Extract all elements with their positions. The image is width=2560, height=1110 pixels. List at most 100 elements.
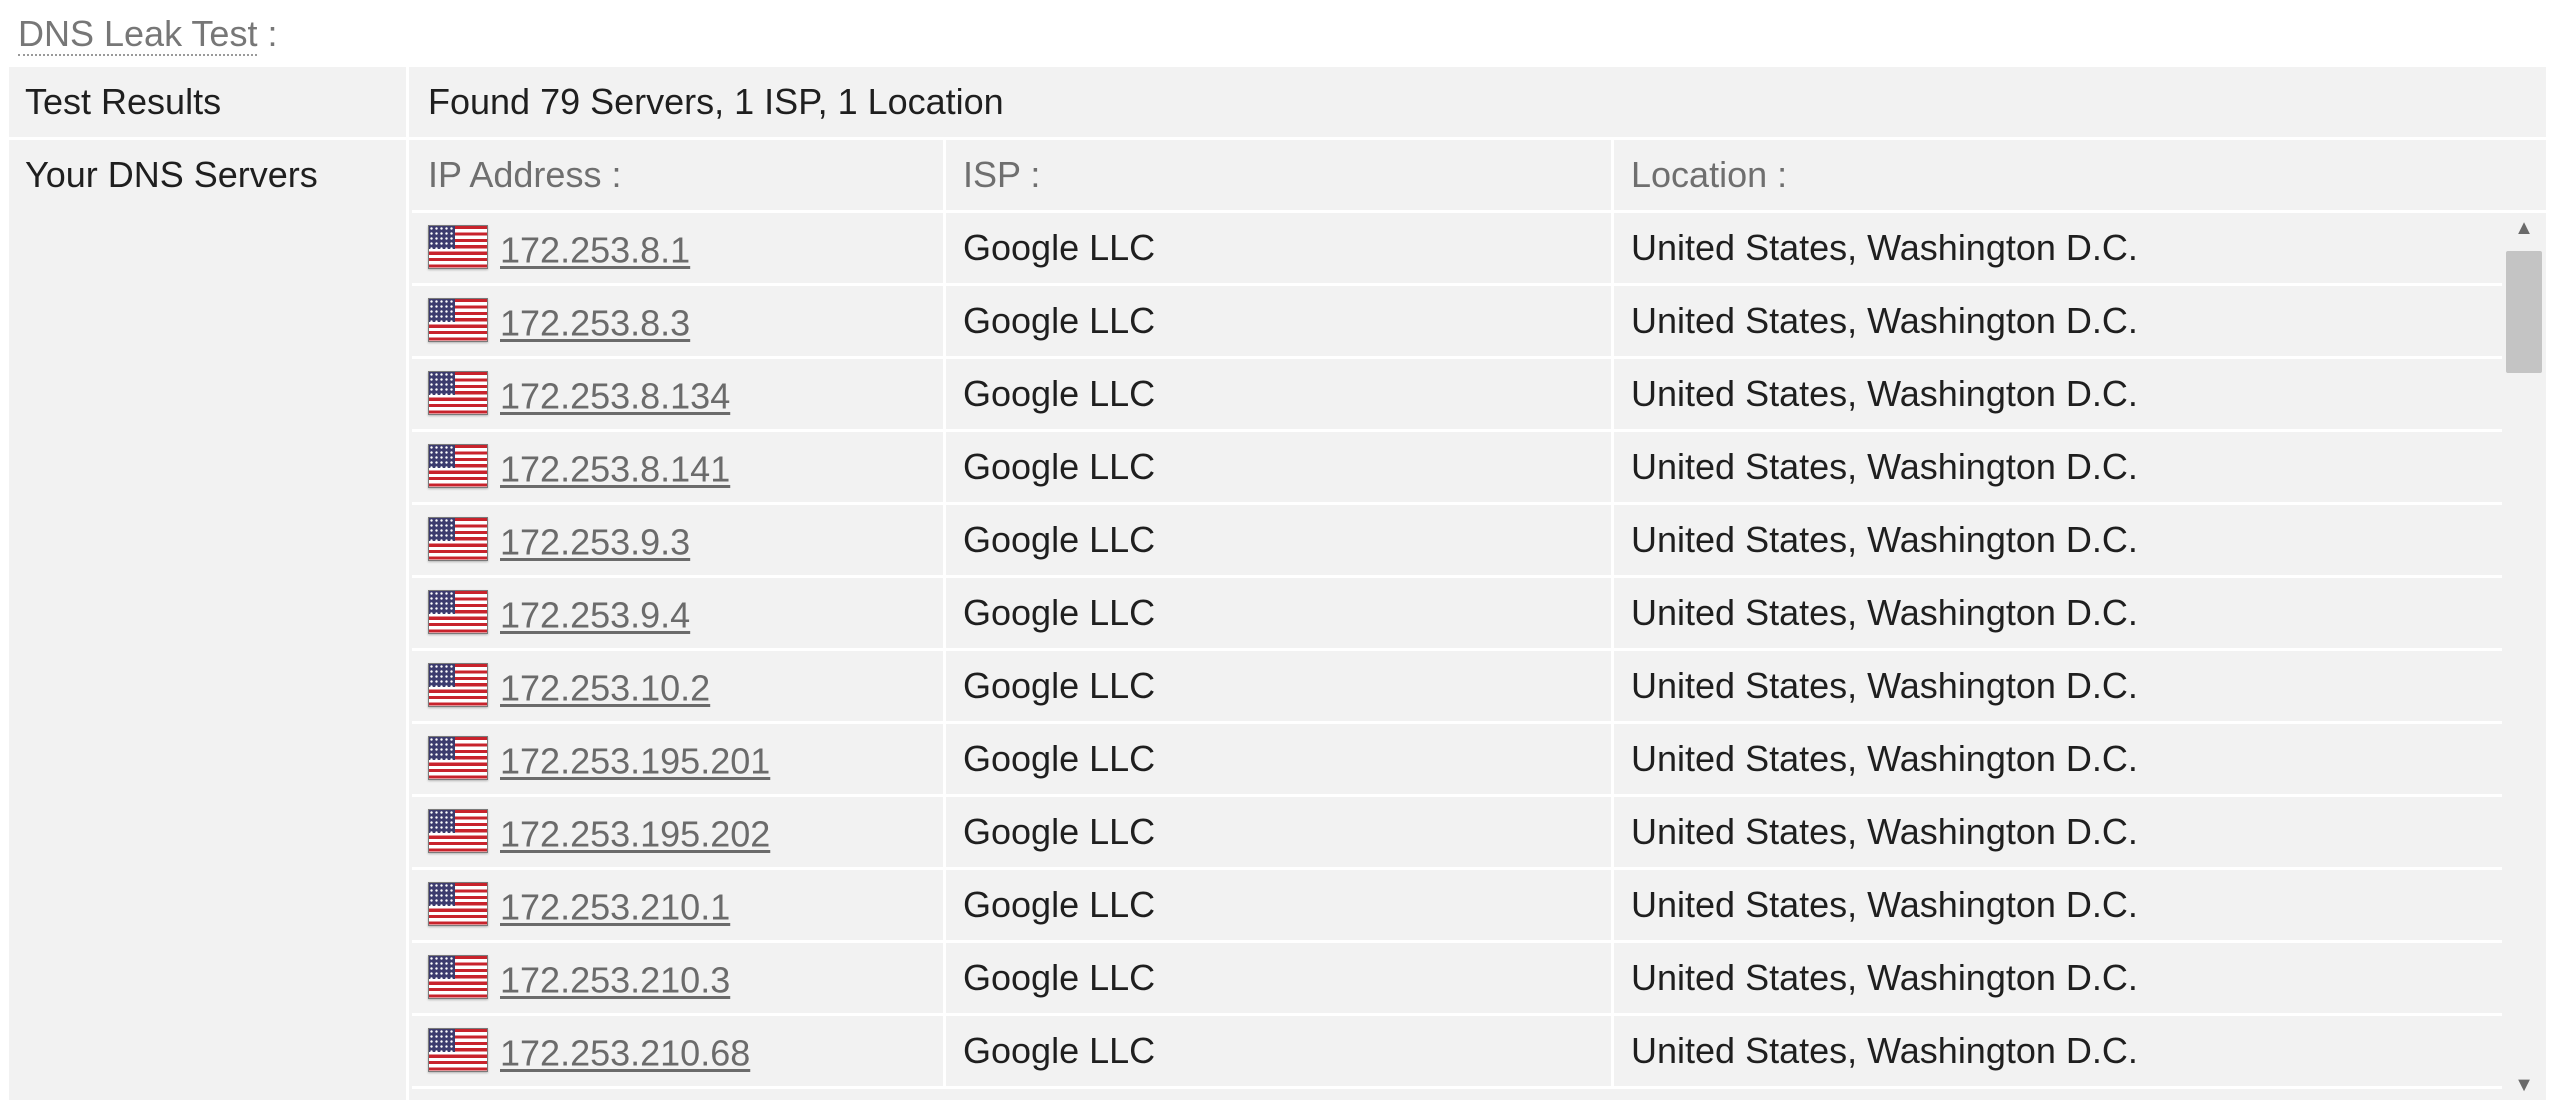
us-flag-icon xyxy=(428,298,488,343)
flag-canton xyxy=(429,810,455,834)
flag-canton xyxy=(429,445,455,469)
ip-address-link[interactable]: 172.253.8.3 xyxy=(500,302,690,343)
table-row: 172.253.8.3 Google LLC United States, Wash… xyxy=(412,286,2502,359)
ip-cell: 172.253.195.202 xyxy=(412,797,946,867)
table-header: IP Address : ISP : Location : xyxy=(412,140,2546,213)
ip-cell: 172.253.8.1 xyxy=(412,213,946,283)
scroll-down-arrow-icon[interactable]: ▼ xyxy=(2502,1070,2546,1100)
table-row: 172.253.210.68 Google LLC United States, W… xyxy=(412,1016,2502,1089)
results-panel: Test Results Found 79 Servers, 1 ISP, 1 … xyxy=(9,67,2546,1100)
location-cell: United States, Washington D.C. xyxy=(1631,957,2138,998)
isp-cell: Google LLC xyxy=(946,943,1614,1013)
flag-canton xyxy=(429,1029,455,1053)
ip-address-link[interactable]: 172.253.8.141 xyxy=(500,448,730,489)
page-title: DNS Leak Test : xyxy=(18,12,277,56)
ip-cell: 172.253.8.3 xyxy=(412,286,946,356)
ip-address-link[interactable]: 172.253.195.202 xyxy=(500,813,770,854)
flag-canton xyxy=(429,956,455,980)
ip-address-link[interactable]: 172.253.8.1 xyxy=(500,229,690,270)
table-row: 172.253.10.2 Google LLC United States, Was… xyxy=(412,651,2502,724)
isp-cell: Google LLC xyxy=(946,359,1614,429)
isp-cell: Google LLC xyxy=(946,724,1614,794)
us-flag-icon xyxy=(428,590,488,635)
ip-cell: 172.253.210.3 xyxy=(412,943,946,1013)
location-cell: United States, Washington D.C. xyxy=(1631,446,2138,487)
isp-cell: Google LLC xyxy=(946,213,1614,283)
us-flag-icon xyxy=(428,371,488,416)
ip-address-link[interactable]: 172.253.210.3 xyxy=(500,959,730,1000)
us-flag-icon xyxy=(428,517,488,562)
ip-cell: 172.253.195.201 xyxy=(412,724,946,794)
us-flag-icon xyxy=(428,225,488,270)
ip-cell: 172.253.8.134 xyxy=(412,359,946,429)
table-row: 172.253.8.134 Google LLC United States, Wa… xyxy=(412,359,2502,432)
table-body-scroll-region[interactable]: 172.253.8.1 Google LLC United States, Wash… xyxy=(412,213,2546,1100)
header-location: Location : xyxy=(1631,154,1788,195)
header-isp: ISP : xyxy=(946,140,1614,210)
flag-canton xyxy=(429,664,455,688)
isp-cell: Google LLC xyxy=(946,797,1614,867)
location-cell: United States, Washington D.C. xyxy=(1631,811,2138,852)
us-flag-icon xyxy=(428,882,488,927)
us-flag-icon xyxy=(428,444,488,489)
ip-cell: 172.253.9.3 xyxy=(412,505,946,575)
page-title-colon: : xyxy=(267,13,278,54)
us-flag-icon xyxy=(428,955,488,1000)
test-results-label: Test Results xyxy=(9,67,409,137)
flag-canton xyxy=(429,226,455,250)
flag-canton xyxy=(429,883,455,907)
ip-address-link[interactable]: 172.253.9.3 xyxy=(500,521,690,562)
isp-cell: Google LLC xyxy=(946,651,1614,721)
dns-servers-label: Your DNS Servers xyxy=(9,140,409,1100)
page-title-text: DNS Leak Test xyxy=(18,13,258,56)
isp-cell: Google LLC xyxy=(946,432,1614,502)
location-cell: United States, Washington D.C. xyxy=(1631,227,2138,268)
location-cell: United States, Washington D.C. xyxy=(1631,884,2138,925)
ip-address-link[interactable]: 172.253.10.2 xyxy=(500,667,710,708)
isp-cell: Google LLC xyxy=(946,870,1614,940)
flag-canton xyxy=(429,737,455,761)
location-cell: United States, Washington D.C. xyxy=(1631,1030,2138,1071)
location-cell: United States, Washington D.C. xyxy=(1631,665,2138,706)
location-cell: United States, Washington D.C. xyxy=(1631,738,2138,779)
table-row: 172.253.9.3 Google LLC United States, Wash… xyxy=(412,505,2502,578)
ip-address-link[interactable]: 172.253.195.201 xyxy=(500,740,770,781)
location-cell: United States, Washington D.C. xyxy=(1631,592,2138,633)
scroll-up-arrow-icon[interactable]: ▲ xyxy=(2502,213,2546,243)
ip-address-link[interactable]: 172.253.8.134 xyxy=(500,375,730,416)
us-flag-icon xyxy=(428,1028,488,1073)
test-results-row: Test Results Found 79 Servers, 1 ISP, 1 … xyxy=(9,67,2546,140)
header-ip-address: IP Address : xyxy=(412,140,946,210)
test-results-value: Found 79 Servers, 1 ISP, 1 Location xyxy=(428,81,1004,122)
dns-servers-row: Your DNS Servers IP Address : ISP : Loca… xyxy=(9,140,2546,1100)
flag-canton xyxy=(429,299,455,323)
flag-canton xyxy=(429,372,455,396)
table-row: 172.253.9.4 Google LLC United States, Wash… xyxy=(412,578,2502,651)
table-row: 172.253.210.1 Google LLC United States, Wa… xyxy=(412,870,2502,943)
table-row: 172.253.8.1 Google LLC United States, Wash… xyxy=(412,213,2502,286)
vertical-scrollbar[interactable]: ▲ ▼ xyxy=(2502,213,2546,1100)
flag-canton xyxy=(429,518,455,542)
ip-cell: 172.253.8.141 xyxy=(412,432,946,502)
dns-leak-test-page: DNS Leak Test : Test Results Found 79 Se… xyxy=(0,0,2560,1110)
isp-cell: Google LLC xyxy=(946,286,1614,356)
isp-cell: Google LLC xyxy=(946,505,1614,575)
us-flag-icon xyxy=(428,809,488,854)
location-cell: United States, Washington D.C. xyxy=(1631,373,2138,414)
table-row: 172.253.195.202 Google LLC United States, … xyxy=(412,797,2502,870)
location-cell: United States, Washington D.C. xyxy=(1631,519,2138,560)
table-row: 172.253.8.141 Google LLC United States, Wa… xyxy=(412,432,2502,505)
isp-cell: Google LLC xyxy=(946,578,1614,648)
ip-address-link[interactable]: 172.253.210.68 xyxy=(500,1032,750,1073)
ip-address-link[interactable]: 172.253.210.1 xyxy=(500,886,730,927)
ip-cell: 172.253.10.2 xyxy=(412,651,946,721)
ip-cell: 172.253.9.4 xyxy=(412,578,946,648)
us-flag-icon xyxy=(428,663,488,708)
isp-cell: Google LLC xyxy=(946,1016,1614,1086)
us-flag-icon xyxy=(428,736,488,781)
ip-address-link[interactable]: 172.253.9.4 xyxy=(500,594,690,635)
scrollbar-thumb[interactable] xyxy=(2506,251,2542,373)
ip-cell: 172.253.210.68 xyxy=(412,1016,946,1086)
location-cell: United States, Washington D.C. xyxy=(1631,300,2138,341)
flag-canton xyxy=(429,591,455,615)
